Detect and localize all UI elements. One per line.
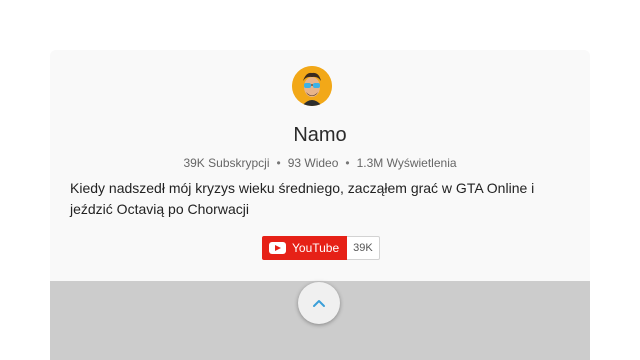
youtube-subscribe-button[interactable]: YouTube bbox=[262, 236, 348, 260]
separator-dot: • bbox=[276, 156, 281, 170]
youtube-logo-icon bbox=[269, 242, 286, 254]
scroll-up-button[interactable] bbox=[298, 282, 340, 324]
subscriber-count: 39K Subskrypcji bbox=[183, 156, 270, 170]
video-count: 93 Wideo bbox=[287, 156, 339, 170]
channel-name[interactable]: Namo bbox=[50, 124, 590, 147]
video-area bbox=[50, 281, 590, 360]
avatar-icon bbox=[292, 66, 332, 106]
separator-dot: • bbox=[345, 156, 350, 170]
view-count: 1.3M Wyświetlenia bbox=[356, 156, 457, 170]
channel-avatar[interactable] bbox=[292, 66, 332, 106]
chevron-up-icon bbox=[313, 300, 325, 307]
subscribe-count: 39K bbox=[347, 236, 380, 260]
channel-card: Namo 39K Subskrypcji • 93 Wideo • 1.3M Wyświ… bbox=[50, 50, 590, 360]
subscribe-label: YouTube bbox=[292, 241, 340, 255]
subscribe-widget: YouTube 39K bbox=[262, 236, 380, 260]
channel-description: Kiedy nadszedł mój kryzys wieku średnieg… bbox=[70, 180, 535, 217]
channel-stats: 39K Subskrypcji • 93 Wideo • 1.3M Wyświetlen… bbox=[50, 156, 590, 170]
